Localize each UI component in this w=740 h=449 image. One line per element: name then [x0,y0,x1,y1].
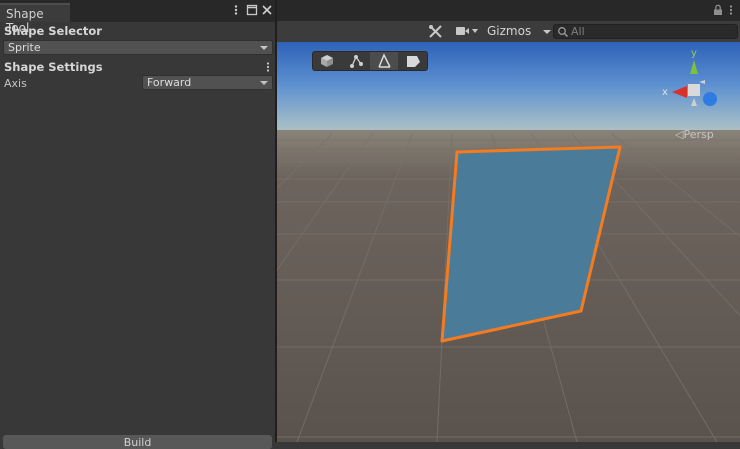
shape-selector-header: Shape Selector [4,24,102,38]
shape-selector-dropdown[interactable]: Sprite [3,40,273,55]
projection-toggle[interactable]: ◁Persp [675,128,714,141]
x-axis-cone[interactable] [672,86,687,98]
axis-label: Axis [4,77,27,90]
build-button-label: Build [123,436,152,449]
more-vert-icon[interactable] [230,4,242,16]
gizmos-label: Gizmos [487,24,532,38]
y-axis-cone[interactable] [690,60,698,74]
edit-edges-icon[interactable] [370,52,398,70]
build-button[interactable]: Build [3,435,272,449]
shape-tool-tab[interactable]: Shape Tool [0,3,70,35]
neg-y-cone[interactable] [691,98,697,106]
neg-x-cone[interactable] [699,80,705,84]
edit-vertices-icon[interactable] [342,52,370,70]
chevron-down-icon [260,46,268,50]
gizmo-center-cube[interactable] [688,84,700,96]
chevron-down-icon [543,29,552,34]
search-placeholder: All [571,25,585,38]
chevron-down-icon [260,81,268,85]
axis-dropdown[interactable]: Forward [142,75,273,90]
scene-toolbar: Gizmos All [277,21,740,43]
search-icon [557,26,569,41]
y-axis-label: y [691,48,697,59]
projection-label: Persp [683,128,714,141]
panel-tab-bar: Shape Tool [0,0,275,35]
more-vert-icon[interactable] [727,4,735,19]
scene-tab-bar [277,0,740,21]
lock-icon[interactable] [712,4,724,19]
z-axis-cone[interactable] [703,92,717,106]
edit-faces-icon[interactable] [399,52,427,70]
scene-search-input[interactable]: All [553,24,738,39]
shape-settings-header: Shape Settings [4,60,103,74]
axis-value: Forward [147,76,192,89]
scene-viewport[interactable]: y x ◁Persp [277,42,740,442]
gizmos-dropdown[interactable]: Gizmos [487,24,552,38]
orientation-gizmo[interactable]: y x [657,44,737,124]
cube-icon[interactable] [313,52,341,70]
scene-view: Gizmos All y x ◁Persp [277,0,740,442]
tools-icon[interactable] [428,24,444,41]
edit-mode-toolbar [312,51,428,71]
close-icon[interactable] [261,4,273,16]
more-vert-icon[interactable] [262,61,274,73]
camera-icon[interactable] [455,25,479,42]
x-axis-label: x [662,87,668,98]
shape-selector-value: Sprite [8,41,41,54]
shape-tool-panel: Shape Tool Shape Selector Sprite Shape S… [0,0,275,449]
maximize-icon[interactable] [246,4,258,16]
